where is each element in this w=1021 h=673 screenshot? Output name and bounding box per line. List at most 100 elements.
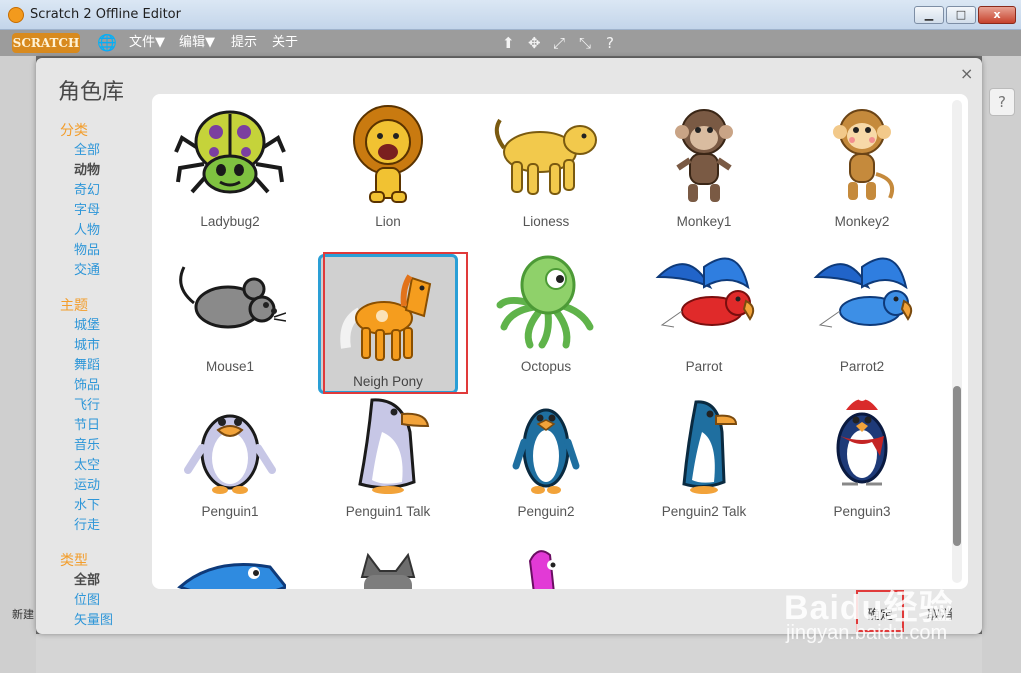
sprite-tile-ladybug2[interactable]: Ladybug2 — [160, 94, 300, 234]
sprite-tile-parrot2[interactable]: Parrot2 — [792, 239, 932, 379]
menu-bar: SCRATCH 🌐 文件▼ 编辑▼ 提示 关于 ⬆ ✥ ⤢ ⤡ ? — [0, 30, 1021, 56]
window-titlebar: Scratch 2 Offline Editor ▁ □ x — [0, 0, 1021, 30]
new-sprite-label: 新建 — [12, 608, 34, 621]
menu-edit[interactable]: 编辑▼ — [179, 35, 215, 51]
baidu-watermark-url: jingyan.baidu.com — [786, 622, 948, 644]
category-animals[interactable]: 动物 — [74, 163, 100, 179]
scratch-logo[interactable]: SCRATCH — [12, 33, 80, 53]
parrot-icon — [655, 257, 755, 328]
sprite-name: Lion — [375, 214, 401, 229]
ladybug-icon — [174, 110, 286, 194]
sprite-name: Lioness — [522, 214, 570, 229]
menu-about[interactable]: 关于 — [272, 35, 298, 51]
duplicate-stamp-icon[interactable]: ⬆ — [502, 34, 515, 52]
sprite-grid: Ladybug2 Lion Lioness Monkey1 Monkey2 Mo… — [152, 94, 968, 589]
theme-holiday[interactable]: 节日 — [74, 418, 100, 434]
sprite-name: Ladybug2 — [200, 214, 260, 229]
penguin-icon — [512, 408, 580, 494]
sprite-tile-partial[interactable] — [160, 529, 300, 589]
sprite-tile-mouse1[interactable]: Mouse1 — [160, 239, 300, 379]
block-help-icon[interactable]: ? — [606, 34, 614, 52]
category-heading: 分类 — [60, 123, 88, 139]
dialog-close-icon[interactable]: × — [960, 64, 973, 83]
penguin-icon — [836, 392, 888, 486]
sprite-tile-penguin1-talk[interactable]: Penguin1 Talk — [318, 384, 458, 524]
category-fantasy[interactable]: 奇幻 — [74, 183, 100, 199]
grow-icon[interactable]: ⤢ — [553, 34, 565, 52]
category-transportation[interactable]: 交通 — [74, 263, 100, 279]
penguin-icon — [184, 414, 276, 494]
penguin-icon — [682, 400, 738, 494]
type-bitmap[interactable]: 位图 — [74, 593, 100, 609]
lioness-icon — [494, 118, 597, 195]
dialog-title: 角色库 — [58, 80, 125, 105]
theme-underwater[interactable]: 水下 — [74, 498, 100, 514]
sprite-name: Penguin1 Talk — [345, 504, 431, 519]
sprite-name: Penguin3 — [833, 504, 891, 519]
highlight-selected-sprite — [323, 252, 468, 394]
sprite-tile-partial[interactable] — [318, 529, 458, 589]
theme-dress-up[interactable]: 饰品 — [74, 378, 100, 394]
sprite-tile-penguin2[interactable]: Penguin2 — [476, 384, 616, 524]
monkey-icon — [675, 109, 733, 202]
category-people[interactable]: 人物 — [74, 223, 100, 239]
theme-city[interactable]: 城市 — [74, 338, 100, 354]
category-things[interactable]: 物品 — [74, 243, 100, 259]
sprite-name: Penguin2 Talk — [661, 504, 747, 519]
theme-flying[interactable]: 飞行 — [74, 398, 100, 414]
sprite-name: Parrot2 — [839, 359, 885, 374]
theme-sports[interactable]: 运动 — [74, 478, 100, 494]
mouse-icon — [179, 266, 286, 329]
grid-scroll-thumb[interactable] — [953, 386, 961, 546]
penguin-icon — [358, 398, 430, 494]
sprite-name: Monkey1 — [676, 214, 732, 229]
cut-scissors-icon[interactable]: ✥ — [528, 34, 541, 52]
sprite-tile-penguin2-talk[interactable]: Penguin2 Talk — [634, 384, 774, 524]
type-all[interactable]: 全部 — [74, 573, 100, 589]
maximize-button[interactable]: □ — [946, 6, 976, 24]
editor-left-background — [0, 56, 36, 673]
menu-tips[interactable]: 提示 — [231, 35, 257, 51]
sprite-name: Mouse1 — [205, 359, 255, 374]
sprite-tile-lioness[interactable]: Lioness — [476, 94, 616, 234]
window-close-button[interactable]: x — [978, 6, 1016, 24]
sprite-library-dialog: 角色库 × 分类 全部 动物 奇幻 字母 人物 物品 交通 主题 城堡 城市 舞… — [36, 58, 982, 634]
sprite-name: Penguin2 — [517, 504, 575, 519]
octopus-icon — [496, 255, 594, 349]
type-heading: 类型 — [60, 553, 88, 569]
sprite-tile-octopus[interactable]: Octopus — [476, 239, 616, 379]
sprite-tile-partial[interactable] — [476, 529, 616, 589]
menu-file[interactable]: 文件▼ — [129, 35, 165, 51]
monkey-icon — [833, 109, 895, 200]
language-globe-icon[interactable]: 🌐 — [97, 34, 117, 52]
minimize-button[interactable]: ▁ — [914, 6, 944, 24]
category-letters[interactable]: 字母 — [74, 203, 100, 219]
scratch-cat-icon — [8, 7, 24, 23]
category-all[interactable]: 全部 — [74, 143, 100, 159]
shark-icon — [177, 563, 286, 589]
sprite-name: Octopus — [520, 359, 572, 374]
theme-music[interactable]: 音乐 — [74, 438, 100, 454]
sprite-name: Monkey2 — [834, 214, 890, 229]
editor-right-background — [982, 56, 1021, 673]
help-tab-icon[interactable]: ? — [989, 88, 1015, 116]
theme-heading: 主题 — [60, 298, 88, 314]
theme-castle[interactable]: 城堡 — [74, 318, 100, 334]
sprite-tile-monkey1[interactable]: Monkey1 — [634, 94, 774, 234]
window-title: Scratch 2 Offline Editor — [30, 7, 181, 22]
sprite-name: Penguin1 — [201, 504, 259, 519]
lion-icon — [353, 105, 423, 203]
sprite-tile-monkey2[interactable]: Monkey2 — [792, 94, 932, 234]
sprite-tile-parrot[interactable]: Parrot — [634, 239, 774, 379]
theme-dance[interactable]: 舞蹈 — [74, 358, 100, 374]
sprite-tile-lion[interactable]: Lion — [318, 94, 458, 234]
theme-walking[interactable]: 行走 — [74, 518, 100, 534]
theme-space[interactable]: 太空 — [74, 458, 100, 474]
sprite-tile-penguin3[interactable]: Penguin3 — [792, 384, 932, 524]
sprite-tile-penguin1[interactable]: Penguin1 — [160, 384, 300, 524]
shrink-icon[interactable]: ⤡ — [579, 34, 591, 52]
wolf-icon — [360, 552, 416, 589]
parrot-icon — [813, 257, 913, 328]
creature-icon — [528, 550, 557, 589]
type-vector[interactable]: 矢量图 — [74, 613, 113, 629]
